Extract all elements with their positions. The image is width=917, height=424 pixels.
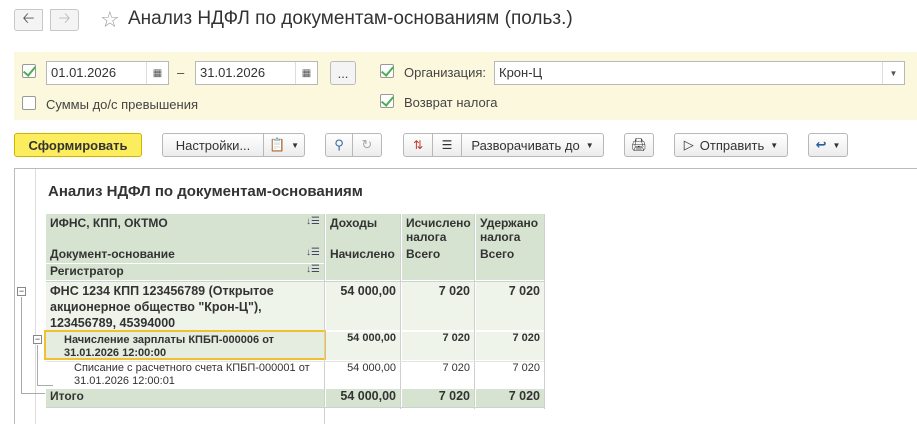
- header-ifns: ИФНС, КПП, ОКТМО ↓☰: [46, 214, 324, 247]
- print-button[interactable]: 🖨: [624, 133, 654, 157]
- header-total-withheld: Всего: [476, 247, 544, 280]
- arrow-right-icon: 🡢: [58, 9, 71, 27]
- cancel-search-button[interactable]: ↻: [352, 133, 382, 157]
- undo-icon: ↩: [815, 137, 827, 152]
- row-income[interactable]: 54 000,00: [326, 362, 400, 390]
- calendar-icon[interactable]: ▦: [146, 62, 168, 84]
- tree-connector: [21, 393, 45, 394]
- period-dash: –: [177, 65, 185, 80]
- back-button[interactable]: 🡠: [14, 9, 43, 31]
- send-icon: ▷: [683, 137, 694, 152]
- chevron-down-icon[interactable]: ▼: [882, 62, 904, 84]
- period-checkbox[interactable]: [22, 64, 36, 78]
- grid-line: [46, 407, 544, 408]
- page-title: Анализ НДФЛ по документам-основаниям (по…: [128, 8, 573, 29]
- grid-line: [474, 214, 475, 409]
- list-icon: ☰: [441, 138, 453, 152]
- row-income[interactable]: 54 000,00: [326, 332, 400, 360]
- sort-icon: ↓☰: [306, 264, 320, 275]
- search-cancel-icon: ↻: [361, 137, 373, 152]
- header-accrued: Начислено: [326, 247, 400, 280]
- group-withheld[interactable]: 7 020: [476, 282, 544, 330]
- grid-line: [400, 214, 401, 409]
- organization-field[interactable]: Крон-Ц ▼: [494, 61, 905, 85]
- collapse-toggle-icon[interactable]: −: [17, 287, 26, 296]
- group-row-name[interactable]: ФНС 1234 КПП 123456789 (Открытое акционе…: [46, 282, 324, 330]
- grid-line: [544, 214, 545, 409]
- sort-icon: ↓☰: [306, 216, 320, 227]
- chevron-down-icon: ▼: [585, 140, 594, 150]
- group-income[interactable]: 54 000,00: [326, 282, 400, 330]
- amounts-exceed-label: Суммы до/с превышения: [46, 97, 199, 112]
- row-withheld[interactable]: 7 020: [476, 362, 544, 390]
- variant-menu-button[interactable]: 📋 ▼: [263, 133, 305, 157]
- row-calculated[interactable]: 7 020: [402, 332, 474, 360]
- row-calculated[interactable]: 7 020: [402, 362, 474, 390]
- arrow-left-icon: 🡠: [22, 9, 35, 27]
- search-icon: ⚲: [334, 137, 344, 152]
- total-calculated: 7 020: [402, 389, 474, 407]
- tree-connector: [37, 385, 53, 386]
- grid-line: [46, 281, 544, 282]
- tax-refund-checkbox[interactable]: [380, 94, 394, 108]
- select-period-button[interactable]: ...: [330, 61, 356, 85]
- header-income: Доходы: [326, 214, 400, 247]
- header-doc-basis: Документ-основание ↓☰: [46, 247, 324, 263]
- group-calculated[interactable]: 7 020: [402, 282, 474, 330]
- total-withheld: 7 020: [476, 389, 544, 407]
- header-total-calculated: Всего: [402, 247, 474, 280]
- more-actions-button[interactable]: ↩ ▼: [808, 133, 848, 157]
- star-icon[interactable]: ☆: [100, 7, 120, 33]
- organization-label: Организация:: [404, 65, 487, 80]
- printer-icon: 🖨: [630, 137, 648, 152]
- tree-connector: [37, 345, 38, 385]
- grid-line: [324, 214, 325, 424]
- collapse-button[interactable]: ☰: [432, 133, 462, 157]
- header-withheld: Удержано налога: [476, 214, 544, 247]
- report-title: Анализ НДФЛ по документам-основаниям: [48, 183, 363, 200]
- forward-button[interactable]: 🡢: [50, 9, 79, 31]
- tree-gutter: [14, 169, 36, 424]
- calendar-icon[interactable]: ▦: [295, 62, 317, 84]
- period-to-field[interactable]: 31.01.2026 ▦: [195, 61, 318, 85]
- sort-icon: ⇅: [412, 138, 424, 152]
- header-calculated: Исчислено налога: [402, 214, 474, 247]
- clipboard-icon: 📋: [268, 137, 286, 152]
- tax-refund-label: Возврат налога: [404, 95, 498, 110]
- total-income: 54 000,00: [326, 389, 400, 407]
- table-row-selected[interactable]: Начисление зарплаты КПБП-000006 от 31.01…: [44, 330, 326, 360]
- table-row[interactable]: Списание с расчетного счета КПБП-000001 …: [46, 362, 324, 390]
- row-withheld[interactable]: 7 020: [476, 332, 544, 360]
- header-registrar: Регистратор ↓☰: [46, 264, 324, 280]
- generate-button[interactable]: Сформировать: [14, 133, 142, 157]
- amounts-exceed-checkbox[interactable]: [22, 96, 36, 110]
- organization-checkbox[interactable]: [380, 64, 394, 78]
- send-button[interactable]: ▷ Отправить ▼: [674, 133, 788, 157]
- chevron-down-icon: ▼: [832, 140, 841, 150]
- search-button[interactable]: ⚲: [325, 133, 353, 157]
- sort-button[interactable]: ⇅: [403, 133, 433, 157]
- grid-line: [46, 361, 544, 362]
- settings-button[interactable]: Настройки...: [162, 133, 264, 157]
- tree-connector: [21, 297, 22, 393]
- collapse-toggle-icon[interactable]: −: [33, 335, 42, 344]
- total-label: Итого: [46, 389, 324, 407]
- chevron-down-icon: ▼: [770, 140, 779, 150]
- chevron-down-icon: ▼: [291, 140, 300, 150]
- expand-to-button[interactable]: Разворачивать до ▼: [461, 133, 604, 157]
- period-from-field[interactable]: 01.01.2026 ▦: [46, 61, 169, 85]
- sort-icon: ↓☰: [306, 247, 320, 258]
